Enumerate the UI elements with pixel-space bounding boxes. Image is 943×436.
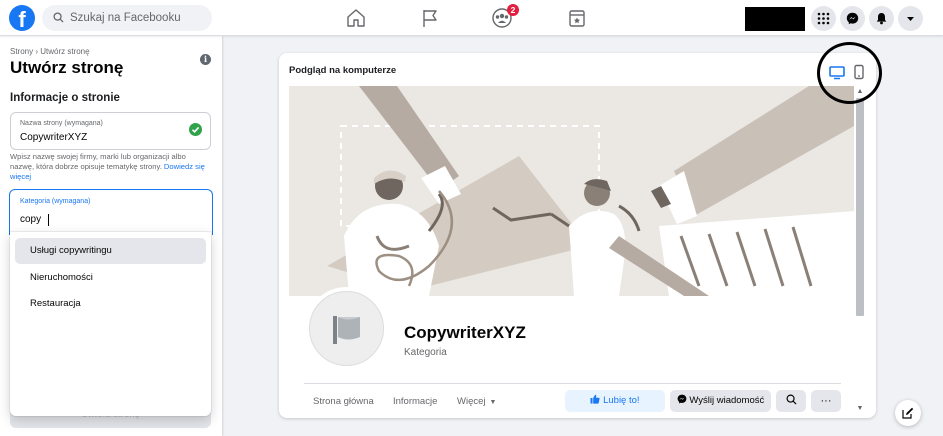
create-page-panel: Strony › Utwórz stronę Utwórz stronę i I…	[0, 36, 222, 436]
messenger-icon	[677, 394, 687, 404]
top-navigation: f 2	[0, 0, 943, 36]
messenger-button[interactable]	[840, 6, 865, 31]
notifications-button[interactable]	[869, 6, 894, 31]
divider	[304, 383, 841, 384]
text-caret	[48, 214, 49, 226]
suggestion-item[interactable]: Restauracja	[15, 291, 206, 317]
category-suggestions: Usługi copywritingu Nieruchomości Restau…	[10, 232, 211, 416]
preview-page-name: CopywriterXYZ	[404, 323, 526, 342]
preview-search-button[interactable]	[776, 390, 806, 412]
account-button[interactable]	[898, 6, 923, 31]
check-icon	[189, 123, 202, 136]
page-preview: CopywriterXYZ Kategoria Strona główna In…	[289, 86, 854, 418]
tab-about[interactable]: Informacje	[393, 396, 437, 407]
desktop-preview-card: Podgląd na komputerze CopywriterXYZ Kate…	[279, 53, 876, 418]
messenger-icon	[846, 12, 859, 25]
menu-grid-icon	[817, 12, 830, 25]
page-title: Utwórz stronę	[10, 58, 124, 77]
section-heading: Informacje o stronie	[10, 92, 120, 104]
suggestion-item[interactable]: Nieruchomości	[15, 265, 206, 291]
send-message-button[interactable]: Wyślij wiadomość	[670, 390, 771, 412]
cover-illustration	[289, 86, 854, 296]
home-icon[interactable]	[345, 7, 367, 29]
facebook-logo[interactable]: f	[9, 5, 35, 31]
flag-icon[interactable]	[419, 7, 441, 29]
category-label: Kategoria (wymagana)	[20, 198, 91, 205]
redacted-profile[interactable]	[745, 7, 805, 31]
tab-more-label: Więcej	[457, 396, 486, 407]
thumbs-up-icon	[590, 394, 601, 404]
flag-placeholder-icon	[333, 316, 360, 344]
like-label: Lubię to!	[603, 395, 640, 406]
account-caret-icon	[907, 17, 914, 21]
info-icon[interactable]: i	[200, 54, 211, 65]
search-input[interactable]	[70, 9, 205, 27]
tab-home[interactable]: Strona główna	[313, 396, 374, 407]
help-text-body: Wpisz nazwę swojej firmy, marki lub orga…	[10, 152, 186, 171]
suggestion-item[interactable]: Usługi copywritingu	[15, 238, 206, 264]
search-box[interactable]	[42, 5, 212, 31]
scroll-thumb[interactable]	[856, 98, 864, 316]
message-label: Wyślij wiadomość	[689, 395, 765, 406]
category-field[interactable]: Kategoria (wymagana)	[9, 189, 213, 235]
compose-icon	[902, 407, 914, 419]
page-name-field[interactable]: Nazwa strony (wymagana)	[10, 112, 211, 150]
like-button[interactable]: Lubię to!	[565, 390, 665, 412]
category-input[interactable]	[20, 214, 180, 225]
search-icon	[53, 12, 64, 23]
preview-category: Kategoria	[404, 347, 447, 358]
preview-title: Podgląd na komputerze	[289, 65, 397, 76]
bell-icon	[876, 13, 887, 25]
scroll-down-icon[interactable]: ▼	[855, 404, 865, 414]
page-name-label: Nazwa strony (wymagana)	[20, 120, 103, 127]
notification-badge: 2	[507, 4, 519, 16]
new-message-button[interactable]	[895, 400, 921, 426]
marketplace-icon[interactable]	[566, 7, 588, 29]
menu-button[interactable]	[811, 6, 836, 31]
help-text: Wpisz nazwę swojej firmy, marki lub orga…	[10, 152, 210, 182]
profile-placeholder	[309, 291, 384, 366]
highlight-circle	[817, 42, 882, 104]
more-options-button[interactable]: ···	[811, 390, 841, 412]
search-icon	[786, 394, 797, 405]
preview-scrollbar[interactable]: ▲ ▼	[854, 86, 866, 418]
profile-picture	[305, 287, 388, 370]
chevron-down-icon: ▼	[489, 399, 497, 406]
breadcrumb[interactable]: Strony › Utwórz stronę	[10, 47, 90, 56]
tab-more[interactable]: Więcej ▼	[457, 396, 496, 407]
page-name-input[interactable]	[20, 132, 180, 143]
